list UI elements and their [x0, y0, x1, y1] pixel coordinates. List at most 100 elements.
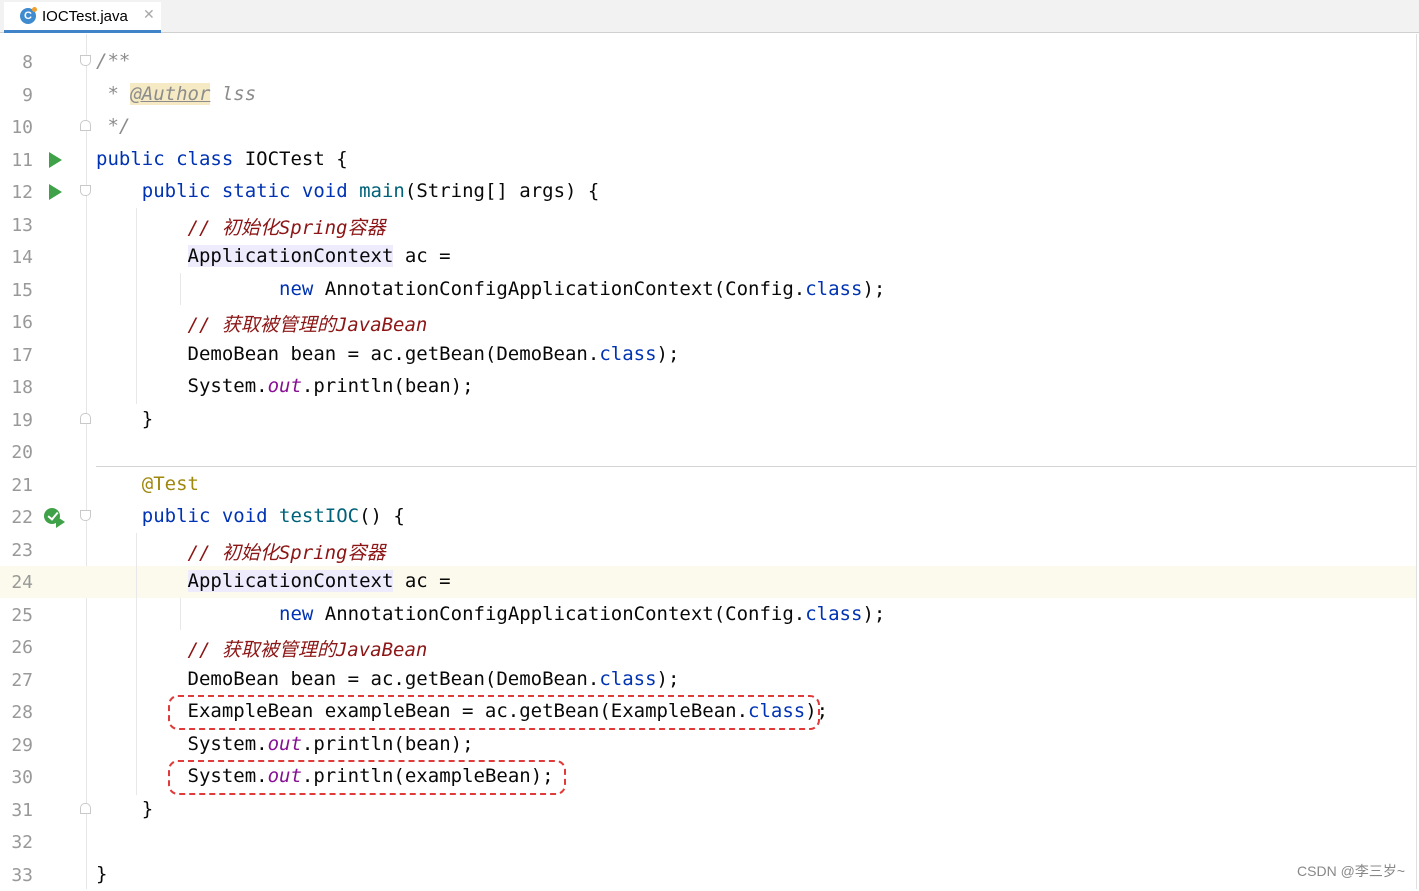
code-text: new AnnotationConfigApplicationContext(C… [96, 278, 885, 300]
fold-open-icon[interactable] [80, 185, 91, 196]
line-number[interactable]: 28 [0, 702, 33, 723]
code-token: @Test [96, 472, 199, 495]
code-line[interactable]: 17 DemoBean bean = ac.getBean(DemoBean.c… [0, 339, 1416, 371]
code-line[interactable]: 33} [0, 859, 1416, 891]
code-line[interactable]: 11 public class IOCTest { [0, 144, 1416, 176]
code-token: ApplicationContext [187, 570, 394, 592]
code-line[interactable]: 23 // 初始化Spring容器 [0, 534, 1416, 566]
code-text: } [96, 863, 107, 885]
line-number[interactable]: 9 [0, 85, 33, 106]
code-token: // 初始化Spring容器 [96, 216, 386, 239]
code-token: class [599, 342, 657, 365]
line-number[interactable]: 12 [0, 182, 33, 203]
method-separator [96, 466, 1416, 467]
line-number[interactable]: 17 [0, 345, 33, 366]
line-number[interactable]: 26 [0, 637, 33, 658]
line-number[interactable]: 16 [0, 312, 33, 333]
code-token: } [96, 862, 108, 885]
run-icon[interactable] [49, 151, 62, 168]
line-number[interactable]: 18 [0, 377, 33, 398]
code-token: public class [96, 147, 245, 170]
fold-close-icon[interactable] [80, 802, 91, 814]
code-token: ApplicationContext [187, 245, 394, 267]
code-text: /** [96, 50, 130, 72]
close-icon[interactable]: ✕ [143, 7, 155, 23]
line-number[interactable]: 32 [0, 832, 33, 853]
editor-tab-bar: C IOCTest.java ✕ [0, 0, 1419, 33]
code-text: System.out.println(bean); [96, 733, 474, 755]
line-number[interactable]: 33 [0, 865, 33, 886]
fold-open-icon[interactable] [80, 510, 91, 521]
code-line[interactable]: 10 */ [0, 111, 1416, 143]
code-line[interactable]: 27 DemoBean bean = ac.getBean(DemoBean.c… [0, 664, 1416, 696]
code-token: ac = [393, 570, 451, 592]
code-line[interactable]: 29 System.out.println(bean); [0, 729, 1416, 761]
code-line[interactable]: 15 new AnnotationConfigApplicationContex… [0, 274, 1416, 306]
code-line[interactable]: 26 // 获取被管理的JavaBean [0, 631, 1416, 663]
line-number[interactable]: 22 [0, 507, 33, 528]
code-line[interactable]: 20 [0, 436, 1416, 468]
code-line[interactable]: 14 ApplicationContext ac = [0, 241, 1416, 273]
line-number[interactable]: 14 [0, 247, 33, 268]
code-token: testIOC [279, 505, 360, 527]
code-token: AnnotationConfigApplicationContext(Confi… [324, 277, 806, 300]
line-number[interactable]: 10 [0, 117, 33, 138]
code-line[interactable]: 16 // 获取被管理的JavaBean [0, 306, 1416, 338]
line-number[interactable]: 21 [0, 475, 33, 496]
code-token: new [279, 277, 325, 300]
tab-ioctest-java[interactable]: C IOCTest.java ✕ [4, 2, 161, 33]
run-test-arrow-icon[interactable] [56, 516, 65, 528]
code-text: System.out.println(bean); [96, 375, 474, 397]
code-text: } [96, 408, 153, 430]
code-text: new AnnotationConfigApplicationContext(C… [96, 603, 885, 625]
code-line[interactable]: 24 ApplicationContext ac = [0, 566, 1416, 598]
code-line[interactable]: 32 [0, 826, 1416, 858]
code-line[interactable]: 9 * @Author lss [0, 79, 1416, 111]
code-line[interactable]: 22 public void testIOC() { [0, 501, 1416, 533]
code-text: // 初始化Spring容器 [96, 538, 386, 565]
code-line[interactable]: 8 /** [0, 46, 1416, 78]
line-number[interactable]: 19 [0, 410, 33, 431]
line-number[interactable]: 8 [0, 52, 33, 73]
code-token: .println(bean); [301, 375, 474, 397]
code-text: DemoBean bean = ac.getBean(DemoBean.clas… [96, 342, 680, 365]
code-token: class [805, 602, 863, 625]
watermark: CSDN @李三岁~ [1297, 863, 1405, 879]
line-number[interactable]: 11 [0, 150, 33, 171]
line-number[interactable]: 15 [0, 280, 33, 301]
run-icon[interactable] [49, 184, 62, 200]
line-number[interactable]: 30 [0, 767, 33, 788]
code-line[interactable]: 31 } [0, 794, 1416, 826]
code-line[interactable]: 25 new AnnotationConfigApplicationContex… [0, 599, 1416, 631]
code-token: .println(bean); [301, 732, 474, 755]
code-line[interactable]: 19 } [0, 404, 1416, 436]
code-line[interactable]: 12 public static void main(String[] args… [0, 176, 1416, 208]
line-number[interactable]: 27 [0, 670, 33, 691]
code-text: public class IOCTest { [96, 148, 348, 170]
code-token: AnnotationConfigApplicationContext(Confi… [324, 602, 806, 625]
fold-close-icon[interactable] [80, 412, 91, 424]
code-token: } [96, 407, 154, 430]
code-token: } [96, 797, 154, 820]
line-number[interactable]: 20 [0, 442, 33, 463]
line-number[interactable]: 29 [0, 735, 33, 756]
line-number[interactable]: 25 [0, 605, 33, 626]
line-number[interactable]: 31 [0, 800, 33, 821]
code-line[interactable]: 13 // 初始化Spring容器 [0, 209, 1416, 241]
code-token: public void [96, 505, 280, 527]
line-number[interactable]: 24 [0, 572, 33, 593]
code-token: ); [862, 602, 886, 625]
indent-guide [180, 273, 181, 305]
line-number[interactable]: 23 [0, 540, 33, 561]
code-token: (String[] args) { [404, 180, 600, 202]
code-text: // 初始化Spring容器 [96, 213, 386, 240]
code-line[interactable]: 21 @Test [0, 469, 1416, 501]
line-number[interactable]: 13 [0, 215, 33, 236]
code-text: DemoBean bean = ac.getBean(DemoBean.clas… [96, 668, 680, 690]
fold-close-icon[interactable] [80, 120, 91, 131]
fold-open-icon[interactable] [80, 55, 91, 66]
code-line[interactable]: 18 System.out.println(bean); [0, 371, 1416, 403]
